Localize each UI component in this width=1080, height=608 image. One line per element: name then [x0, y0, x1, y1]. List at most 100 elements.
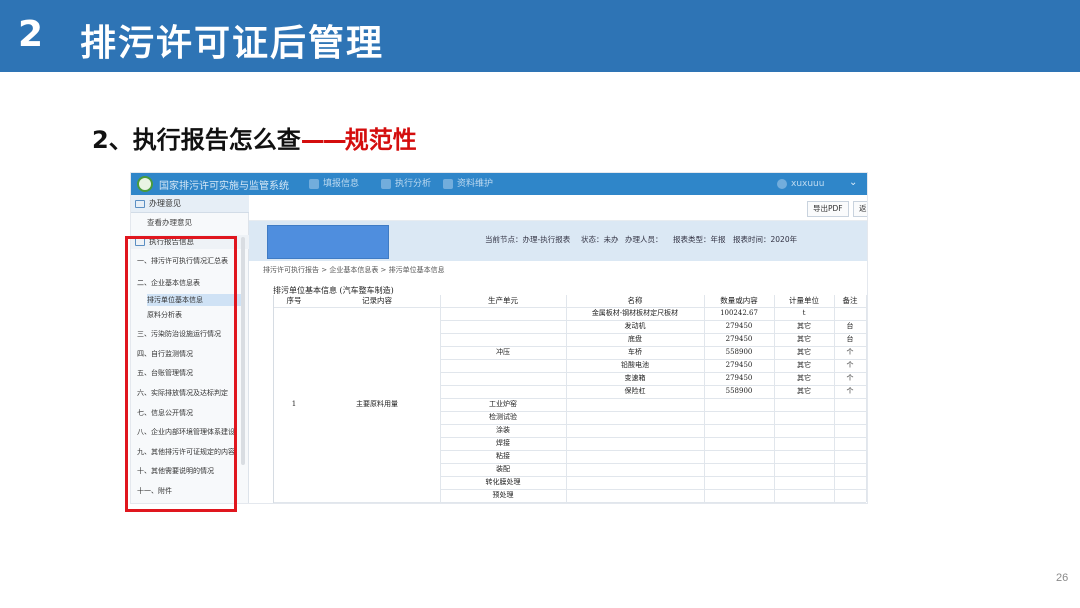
material-unit: 其它	[797, 361, 811, 369]
row-divider	[440, 463, 866, 464]
sidebar-item-view-opinion[interactable]: 查看办理意见	[147, 217, 192, 228]
production-unit: 预处理	[492, 491, 514, 499]
material-unit: 其它	[797, 322, 811, 330]
table-header: 数量或内容	[720, 296, 758, 305]
table-header: 生产单元	[488, 296, 518, 305]
sidebar-scrollbar[interactable]	[241, 237, 245, 465]
row-divider	[440, 372, 866, 373]
record-content: 主要原料用量	[356, 400, 398, 408]
material-unit: 其它	[797, 387, 811, 395]
report-toolbar: 导出PDF 返	[249, 195, 867, 221]
production-unit: 装配	[496, 465, 510, 473]
material-name: 保险杠	[624, 387, 646, 395]
user-icon	[777, 179, 787, 189]
material-note: 台	[846, 322, 854, 330]
report-time-text: 报表时间：2020年	[733, 235, 798, 244]
system-logo-icon	[137, 176, 153, 192]
column-divider	[704, 295, 705, 502]
row-divider	[440, 359, 866, 360]
row-divider	[440, 489, 866, 490]
production-unit: 检测试验	[489, 413, 517, 421]
material-qty: 279450	[725, 374, 753, 382]
highlight-frame	[125, 236, 237, 512]
production-unit: 粘接	[496, 452, 510, 460]
material-qty: 558900	[725, 387, 753, 395]
row-divider	[440, 411, 866, 412]
row-divider	[440, 320, 866, 321]
current-node: 当前节点：办理-执行报表	[485, 235, 571, 244]
slide-header: 2 排污许可证后管理	[0, 0, 1080, 72]
report-table: 排污单位基本信息 (汽车整车制造) 序号 记录内容 生产单元 名称 数量或内容 计量单位备…	[273, 283, 867, 503]
table-header: 计量单位	[789, 296, 819, 305]
chevron-down-icon[interactable]: ⌄	[849, 177, 857, 188]
nav-label: 执行分析	[395, 179, 432, 189]
material-note: 个	[846, 348, 854, 356]
section-number: 2	[18, 14, 44, 55]
folder-icon	[135, 200, 145, 208]
material-name: 车桥	[628, 348, 642, 356]
material-name: 铅酸电池	[621, 361, 649, 369]
back-button[interactable]: 返	[853, 201, 867, 217]
user-name: xuxuuu	[791, 179, 825, 189]
column-divider	[774, 295, 775, 502]
export-pdf-button[interactable]: 导出PDF	[807, 201, 849, 217]
folder-icon	[443, 179, 453, 189]
handler-text: 办理人员：	[625, 235, 663, 244]
subtitle-accent: 规范性	[344, 126, 417, 154]
row-divider	[440, 476, 866, 477]
material-name: 金属板材-钢材板材定尺板材	[591, 309, 679, 317]
report-info-band: 当前节点：办理-执行报表 状态：未办 办理人员： 报表类型：年报 报表时间：20…	[249, 221, 867, 261]
material-note: 个	[846, 387, 854, 395]
production-unit: 转化膜处理	[485, 478, 521, 486]
production-unit: 焊接	[496, 439, 510, 447]
material-qty: 279450	[725, 361, 753, 369]
user-menu[interactable]: xuxuuu	[777, 173, 824, 195]
document-icon	[309, 179, 319, 189]
sidebar-header-label: 办理意见	[149, 199, 181, 208]
material-name: 变速箱	[624, 374, 646, 382]
material-qty: 100242.67	[720, 309, 758, 317]
material-note	[834, 307, 866, 320]
material-name: 发动机	[624, 322, 646, 330]
production-unit: 工业炉窑	[489, 400, 517, 408]
material-note: 台	[846, 335, 854, 343]
material-unit: 其它	[797, 348, 811, 356]
status-text: 状态：未办	[581, 235, 619, 244]
material-name: 底盘	[628, 335, 642, 343]
row-index: 1	[291, 400, 297, 408]
material-unit: t	[802, 309, 806, 317]
material-qty: 279450	[725, 335, 753, 343]
subtitle-dash: ——	[300, 126, 347, 154]
chart-icon	[381, 179, 391, 189]
table-header: 序号	[286, 296, 302, 305]
nav-maintenance[interactable]: 资料维护	[443, 173, 493, 195]
production-unit: 涂装	[496, 426, 510, 434]
page-number: 26	[1056, 572, 1069, 584]
sidebar-header-opinion[interactable]: 办理意见	[131, 195, 249, 213]
nav-analysis[interactable]: 执行分析	[381, 173, 431, 195]
app-topbar: 国家排污许可实施与监管系统 填报信息 执行分析 资料维护 xuxuuu ⌄	[131, 173, 867, 195]
breadcrumb: 排污许可执行报告 > 企业基本信息表 > 排污单位基本信息	[263, 266, 445, 274]
nav-fill-info[interactable]: 填报信息	[309, 173, 373, 195]
nav-label: 填报信息	[323, 179, 360, 189]
table-body: 序号 记录内容 生产单元 名称 数量或内容 计量单位 备注金属板材-钢材板材定尺板材 1002…	[273, 295, 867, 503]
row-divider	[440, 398, 866, 399]
table-header: 记录内容	[362, 296, 392, 305]
redacted-company-block	[267, 225, 389, 259]
system-title: 国家排污许可实施与监管系统	[159, 181, 289, 192]
row-divider	[274, 502, 866, 503]
table-header: 备注	[842, 296, 858, 305]
row-divider	[274, 307, 866, 308]
material-qty: 558900	[725, 348, 753, 356]
row-divider	[440, 385, 866, 386]
table-header: 名称	[627, 296, 643, 305]
slide-subtitle: 2、执行报告怎么查——规范性	[92, 120, 417, 155]
row-divider	[440, 346, 866, 347]
row-divider	[440, 333, 866, 334]
nav-label: 资料维护	[457, 179, 494, 189]
report-type-text: 报表类型：年报	[673, 235, 726, 244]
material-unit: 其它	[797, 335, 811, 343]
row-divider	[440, 450, 866, 451]
material-note: 个	[846, 361, 854, 369]
slide-title: 排污许可证后管理	[80, 23, 385, 64]
